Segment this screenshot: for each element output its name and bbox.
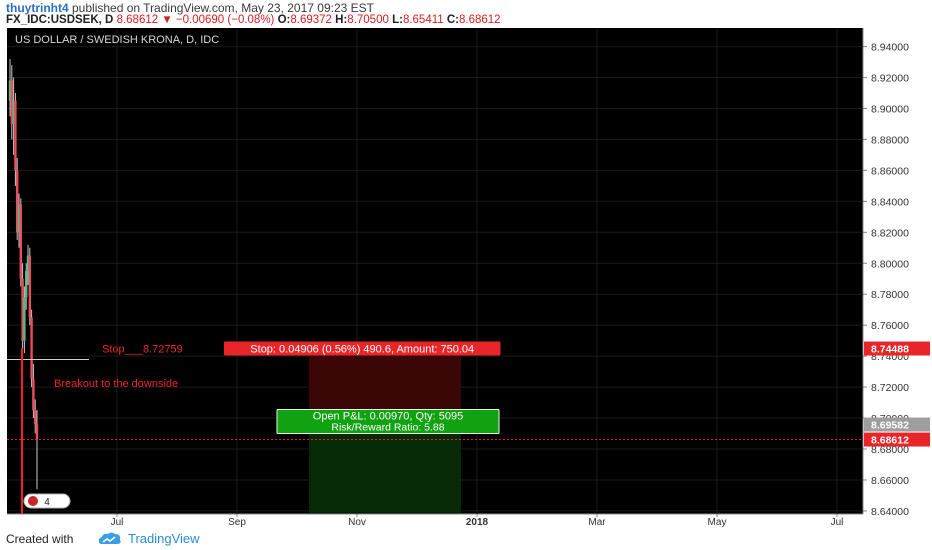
- y-tick-label: 8.88000: [871, 134, 909, 146]
- price-axis-label-text: 8.74488: [871, 344, 909, 356]
- high-label: H:: [335, 14, 348, 26]
- x-tick-label: Sep: [228, 517, 246, 528]
- candle-body: [34, 410, 37, 425]
- breakout-annotation: Breakout to the downside: [54, 378, 178, 390]
- created-with-text: Created with: [6, 532, 74, 546]
- price-axis-label-text: 8.69582: [871, 420, 909, 432]
- x-tick-label: Nov: [348, 517, 366, 528]
- low-value: 8.65411: [402, 14, 444, 26]
- candle-body: [25, 271, 28, 298]
- price-chart[interactable]: Stop___8.72759 Stop: 0.04906 (0.56%) 490.…: [7, 28, 931, 528]
- stop-label-text: Stop: 0.04906 (0.56%) 490.6, Amount: 750…: [250, 344, 474, 356]
- risk-reward-text: Risk/Reward Ratio: 5.88: [331, 422, 444, 434]
- y-tick-label: 8.80000: [871, 258, 909, 270]
- tradingview-brand[interactable]: TradingView: [128, 531, 200, 546]
- symbol-name[interactable]: FX_IDC:USDSEK, D: [6, 14, 113, 26]
- stop-annotation: Stop___8.72759: [102, 344, 183, 356]
- y-tick-label: 8.76000: [871, 320, 909, 332]
- candle-body: [19, 204, 22, 279]
- high-value: 8.70500: [347, 14, 389, 26]
- take-profit-zone: [309, 424, 461, 513]
- candle-body: [23, 297, 26, 341]
- open-value: 8.69372: [290, 14, 332, 26]
- chart-title: US DOLLAR / SWEDISH KRONA, D, IDC: [15, 34, 219, 46]
- y-tick-label: 8.86000: [871, 165, 909, 177]
- candle-body: [14, 100, 17, 171]
- y-tick-label: 8.78000: [871, 289, 909, 301]
- y-tick-label: 8.82000: [871, 227, 909, 239]
- x-tick-label: May: [708, 517, 727, 528]
- price-change: ▼ −0.00690 (−0.08%): [161, 14, 275, 26]
- last-price: 8.68612: [116, 14, 159, 26]
- y-tick-label: 8.84000: [871, 196, 909, 208]
- low-label: L:: [392, 14, 403, 26]
- x-tick-label: Jul: [111, 517, 124, 528]
- y-tick-label: 8.64000: [871, 506, 909, 518]
- event-badge[interactable]: 4: [23, 493, 71, 509]
- x-tick-label: Mar: [588, 517, 606, 528]
- x-tick-label: 2018: [466, 517, 489, 528]
- footer: Created with TradingView: [0, 528, 932, 550]
- open-label: O:: [277, 14, 291, 26]
- time-axis-panel: [7, 514, 863, 528]
- y-tick-label: 8.94000: [871, 42, 909, 54]
- tradingview-logo-icon: [98, 532, 121, 544]
- y-tick-label: 8.90000: [871, 103, 909, 115]
- candle-body: [32, 379, 35, 411]
- symbol-info-bar: FX_IDC:USDSEK, D 8.68612 ▼ −0.00690 (−0.…: [6, 13, 501, 27]
- event-badge-count: 4: [44, 497, 50, 508]
- close-label: C:: [446, 14, 459, 26]
- candle-body: [30, 317, 33, 380]
- flag-icon: [28, 496, 38, 506]
- candle-body: [28, 255, 31, 318]
- close-value: 8.68612: [459, 14, 501, 26]
- y-tick-label: 8.72000: [871, 382, 909, 394]
- candle-body: [35, 424, 39, 440]
- y-tick-label: 8.92000: [871, 73, 909, 85]
- price-axis-label-text: 8.68612: [871, 435, 909, 447]
- x-tick-label: Jul: [831, 517, 844, 528]
- y-tick-label: 8.66000: [871, 475, 909, 487]
